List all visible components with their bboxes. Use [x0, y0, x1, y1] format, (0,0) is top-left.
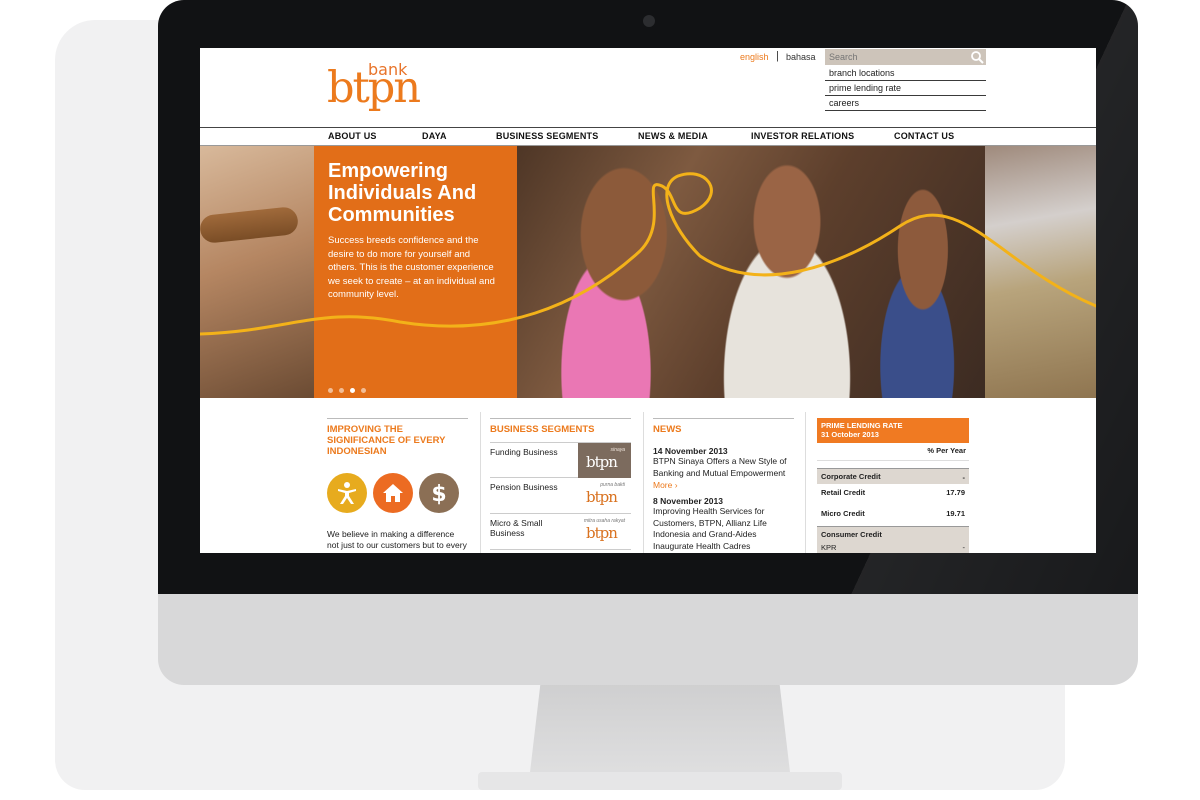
segment-label[interactable]: Pension Business — [490, 482, 570, 492]
search-input[interactable] — [829, 50, 964, 64]
house-icon[interactable] — [373, 473, 413, 513]
segment-logo-text: btpn — [586, 488, 618, 506]
rates-row-value: - — [962, 473, 966, 482]
monitor-stand — [530, 684, 790, 773]
column-divider — [643, 412, 644, 553]
lang-english-link[interactable]: english — [740, 52, 769, 62]
news-more-link[interactable]: More › — [653, 480, 794, 490]
segments-column: BUSINESS SEGMENTS Funding Business sinay… — [490, 418, 631, 550]
column-divider — [805, 412, 806, 553]
monitor-stand-base — [478, 772, 842, 790]
quick-link-prime-lending-rate[interactable]: prime lending rate — [825, 81, 986, 96]
improving-column: IMPROVING THE SIGNIFICANCE OF EVERY INDO… — [327, 418, 468, 550]
nav-business-segments[interactable]: BUSINESS SEGMENTS — [496, 131, 598, 141]
rates-row-label: Micro Credit — [821, 509, 865, 518]
segment-logo-sinaya[interactable]: sinaya btpn — [578, 443, 631, 478]
rates-header: PRIME LENDING RATE 31 October 2013 — [817, 418, 969, 443]
column-divider — [480, 412, 481, 553]
carousel-dot-2[interactable] — [339, 388, 344, 393]
logo-btpn[interactable]: btpn — [327, 63, 421, 113]
hero-banner: Empowering Individuals And Communities S… — [200, 146, 1096, 398]
segment-label[interactable]: Micro & Small Business — [490, 518, 570, 538]
segments-title: BUSINESS SEGMENTS — [490, 424, 595, 435]
carousel-dot-4[interactable] — [361, 388, 366, 393]
search-icon[interactable] — [970, 50, 984, 64]
camera-dot — [643, 15, 655, 27]
carousel-dot-1[interactable] — [328, 388, 333, 393]
quick-link-branch-locations[interactable]: branch locations — [825, 66, 986, 81]
segment-funding: Funding Business sinaya btpn — [490, 442, 631, 478]
nav-investor-relations[interactable]: INVESTOR RELATIONS — [751, 131, 854, 141]
content-area: IMPROVING THE SIGNIFICANCE OF EVERY INDO… — [200, 398, 1096, 553]
prime-lending-rate-widget: PRIME LENDING RATE 31 October 2013 % Per… — [817, 418, 969, 553]
rates-consumer-row: Consumer Credit — [817, 526, 969, 542]
news-column: NEWS 14 November 2013 BTPN Sinaya Offers… — [653, 418, 794, 552]
carousel-dot-3[interactable] — [350, 388, 355, 393]
rates-row-value: - — [962, 543, 966, 552]
rates-row-value: 17.79 — [946, 488, 965, 497]
nav-about-us[interactable]: ABOUT US — [328, 131, 377, 141]
svg-text:$: $ — [431, 482, 446, 505]
nav-daya[interactable]: DAYA — [422, 131, 447, 141]
news-date: 14 November 2013 — [653, 446, 728, 456]
site-header: bank btpn english | bahasa branch locati… — [200, 48, 1096, 128]
person-icon[interactable] — [327, 473, 367, 513]
quick-links: branch locations prime lending rate care… — [825, 66, 986, 111]
main-nav: ABOUT US DAYA BUSINESS SEGMENTS NEWS & M… — [200, 127, 1096, 146]
segment-label[interactable]: Funding Business — [490, 447, 570, 457]
lang-separator: | — [776, 50, 779, 62]
hero-title: Empowering Individuals And Communities — [328, 160, 477, 226]
improving-text: We believe in making a difference not ju… — [327, 529, 467, 550]
rates-date: 31 October 2013 — [821, 430, 879, 439]
rates-retail-row: Retail Credit 17.79 — [817, 484, 969, 505]
news-headline[interactable]: BTPN Sinaya Offers a New Style of Bankin… — [653, 456, 794, 479]
segment-logo-purna-bakti[interactable]: purna bakti btpn — [578, 478, 631, 513]
nav-news-media[interactable]: NEWS & MEDIA — [638, 131, 708, 141]
news-title: NEWS — [653, 424, 682, 435]
rates-row-label: Corporate Credit — [821, 472, 881, 481]
news-date: 8 November 2013 — [653, 496, 723, 506]
rates-row-value: 19.71 — [946, 509, 965, 518]
nav-contact-us[interactable]: CONTACT US — [894, 131, 954, 141]
rates-kpr-row: KPR - — [817, 542, 969, 553]
improving-icons: $ — [327, 473, 468, 515]
segment-pension: Pension Business purna bakti btpn — [490, 478, 631, 514]
rates-title: PRIME LENDING RATE — [821, 421, 903, 430]
rates-row-label: Consumer Credit — [821, 530, 882, 539]
segment-logo-text: btpn — [586, 524, 618, 542]
segment-logo-mitra-usaha[interactable]: mitra usaha rakyat btpn — [578, 514, 631, 549]
rates-corporate-row: Corporate Credit - — [817, 468, 969, 484]
segment-logo-text: btpn — [586, 453, 618, 471]
news-headline[interactable]: Improving Health Services for Customers,… — [653, 506, 794, 552]
hero-text: Success breeds confidence and the desire… — [328, 235, 495, 300]
improving-title: IMPROVING THE SIGNIFICANCE OF EVERY INDO… — [327, 424, 446, 457]
rates-row-label: KPR — [821, 543, 837, 552]
dollar-icon[interactable]: $ — [419, 473, 459, 513]
search-box — [825, 49, 986, 65]
website-screen: bank btpn english | bahasa branch locati… — [200, 48, 1096, 553]
segment-micro-small: Micro & Small Business mitra usaha rakya… — [490, 514, 631, 550]
lang-bahasa-link[interactable]: bahasa — [786, 52, 816, 62]
quick-link-careers[interactable]: careers — [825, 96, 986, 111]
monitor-mockup: bank btpn english | bahasa branch locati… — [0, 0, 1200, 800]
rates-unit: % Per Year — [817, 443, 969, 461]
rates-micro-row: Micro Credit 19.71 — [817, 505, 969, 526]
rates-row-label: Retail Credit — [821, 488, 866, 497]
carousel-dots — [328, 380, 372, 393]
